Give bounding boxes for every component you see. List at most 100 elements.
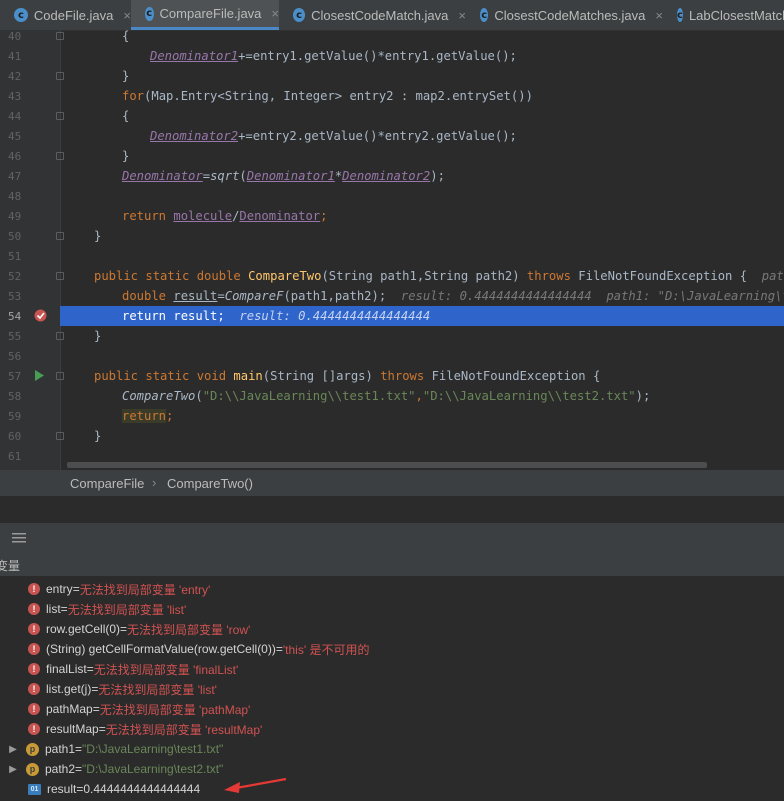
code-line-60[interactable]: } — [94, 429, 101, 443]
breadcrumb-method[interactable]: CompareTwo() — [167, 476, 253, 491]
tab-label: ClosestCodeMatches.java — [494, 7, 646, 23]
close-icon[interactable]: × — [123, 8, 131, 23]
variable-row[interactable]: ! finalList = 无法找到局部变量 'finalList' — [0, 659, 784, 679]
tab-label: LabClosestMatch — [688, 7, 784, 23]
breakpoint-icon[interactable] — [34, 309, 47, 322]
tab-labclosestmatch[interactable]: c LabClosestMatch — [663, 0, 784, 30]
variables-title: 变量 — [0, 559, 21, 573]
variables-list: ! entry = 无法找到局部变量 'entry' ! list = 无法找到… — [0, 577, 784, 801]
tab-label: CodeFile.java — [33, 7, 114, 23]
line-number: 43 — [8, 90, 22, 103]
variable-row[interactable]: ! (String) getCellFormatValue(row.getCel… — [0, 639, 784, 659]
tab-label: CompareFile.java — [159, 6, 262, 21]
close-icon[interactable]: × — [458, 8, 466, 23]
line-number-gutter: 40 41 42 43 44 45 46 47 48 49 50 51 52 5… — [0, 30, 60, 470]
code-line-43[interactable]: for(Map.Entry<String, Integer> entry2 : … — [122, 89, 533, 103]
error-icon: ! — [28, 583, 40, 595]
layout-lines-icon[interactable] — [12, 532, 26, 544]
variable-row[interactable]: ! pathMap = 无法找到局部变量 'pathMap' — [0, 699, 784, 719]
variable-row[interactable]: ! row.getCell(0) = 无法找到局部变量 'row' — [0, 619, 784, 639]
fold-marker-icon[interactable] — [56, 72, 64, 80]
class-icon: c — [480, 8, 489, 22]
tab-label: ClosestCodeMatch.java — [311, 7, 449, 23]
breadcrumb-class[interactable]: CompareFile — [70, 476, 144, 491]
variable-row[interactable]: ▶ p path1 = "D:\JavaLearning\test1.txt" — [0, 739, 784, 759]
line-number: 58 — [8, 390, 22, 403]
code-line-40[interactable]: { — [122, 29, 129, 43]
expand-arrow-icon[interactable]: ▶ — [6, 744, 20, 755]
code-line-49[interactable]: return molecule/Denominator; — [122, 209, 327, 223]
inline-debug-hint: result: 0.4444444444444444 path1: "D:\Ja… — [400, 289, 784, 303]
line-number: 45 — [8, 130, 22, 143]
code-line-45[interactable]: Denominator2+=entry2.getValue()*entry2.g… — [150, 129, 517, 143]
breadcrumb-separator: › — [152, 475, 157, 490]
fold-marker-icon[interactable] — [56, 32, 64, 40]
primitive-value-icon: 01 — [28, 783, 41, 795]
code-line-54[interactable]: return result; result: 0.444444444444444… — [122, 309, 430, 323]
horizontal-scrollbar[interactable] — [67, 462, 707, 468]
code-line-46[interactable]: } — [122, 149, 129, 163]
line-number: 61 — [8, 450, 22, 463]
line-number: 49 — [8, 210, 22, 223]
code-line-59[interactable]: return; — [122, 409, 173, 423]
fold-marker-icon[interactable] — [56, 272, 64, 280]
editor-tab-bar: c CodeFile.java × c CompareFile.java × c… — [0, 0, 784, 31]
panel-divider — [0, 496, 784, 522]
expand-arrow-icon[interactable]: ▶ — [6, 764, 20, 775]
error-icon: ! — [28, 663, 40, 675]
variable-row[interactable]: ▶ p path2 = "D:\JavaLearning\test2.txt" — [0, 759, 784, 779]
code-line-55[interactable]: } — [94, 329, 101, 343]
code-line-53[interactable]: double result=CompareF(path1,path2); res… — [122, 289, 784, 303]
variables-panel-header: 变量 — [0, 552, 784, 577]
code-line-57[interactable]: public static void main(String []args) t… — [94, 369, 600, 383]
run-icon[interactable] — [35, 370, 45, 381]
line-number: 60 — [8, 430, 22, 443]
class-icon: c — [145, 6, 154, 21]
line-number: 50 — [8, 230, 22, 243]
tab-comparefile[interactable]: c CompareFile.java × — [131, 0, 279, 30]
line-number: 42 — [8, 70, 22, 83]
line-number: 48 — [8, 190, 22, 203]
tab-closestcodematches[interactable]: c ClosestCodeMatches.java × — [466, 0, 663, 30]
variable-row[interactable]: ! list = 无法找到局部变量 'list' — [0, 599, 784, 619]
code-line-58[interactable]: CompareTwo("D:\\JavaLearning\\test1.txt"… — [122, 389, 650, 403]
code-line-42[interactable]: } — [122, 69, 129, 83]
tab-codefile[interactable]: c CodeFile.java × — [0, 0, 131, 30]
close-icon[interactable]: × — [655, 8, 663, 23]
line-number: 41 — [8, 50, 22, 63]
fold-marker-icon[interactable] — [56, 372, 64, 380]
line-number: 53 — [8, 290, 22, 303]
tab-closestcodematch[interactable]: c ClosestCodeMatch.java × — [279, 0, 466, 30]
code-line-47[interactable]: Denominator=sqrt(Denominator1*Denominato… — [122, 169, 445, 183]
fold-marker-icon[interactable] — [56, 152, 64, 160]
close-icon[interactable]: × — [271, 6, 279, 21]
parameter-icon: p — [26, 742, 39, 756]
code-line-50[interactable]: } — [94, 229, 101, 243]
code-line-41[interactable]: Denominator1+=entry1.getValue()*entry1.g… — [150, 49, 517, 63]
variable-row[interactable]: ! resultMap = 无法找到局部变量 'resultMap' — [0, 719, 784, 739]
class-icon: c — [14, 8, 28, 22]
inline-debug-hint: path1: " — [761, 269, 784, 283]
variable-row[interactable]: ! entry = 无法找到局部变量 'entry' — [0, 579, 784, 599]
error-icon: ! — [28, 723, 40, 735]
line-number: 51 — [8, 250, 22, 263]
debug-toolbar — [0, 522, 784, 553]
class-icon: c — [293, 8, 306, 22]
error-icon: ! — [28, 623, 40, 635]
line-number: 46 — [8, 150, 22, 163]
fold-marker-icon[interactable] — [56, 432, 64, 440]
inline-debug-hint: result: 0.4444444444444444 — [239, 309, 431, 323]
line-number: 56 — [8, 350, 22, 363]
fold-marker-icon[interactable] — [56, 232, 64, 240]
variable-row[interactable]: 01 result = 0.4444444444444444 — [0, 779, 784, 799]
annotation-arrow-icon — [224, 777, 287, 793]
code-line-44[interactable]: { — [122, 109, 129, 123]
line-number: 57 — [8, 370, 22, 383]
code-line-52[interactable]: public static double CompareTwo(String p… — [94, 269, 784, 283]
line-number: 55 — [8, 330, 22, 343]
parameter-icon: p — [26, 762, 39, 776]
line-number: 59 — [8, 410, 22, 423]
fold-marker-icon[interactable] — [56, 112, 64, 120]
variable-row[interactable]: ! list.get(j) = 无法找到局部变量 'list' — [0, 679, 784, 699]
fold-marker-icon[interactable] — [56, 332, 64, 340]
